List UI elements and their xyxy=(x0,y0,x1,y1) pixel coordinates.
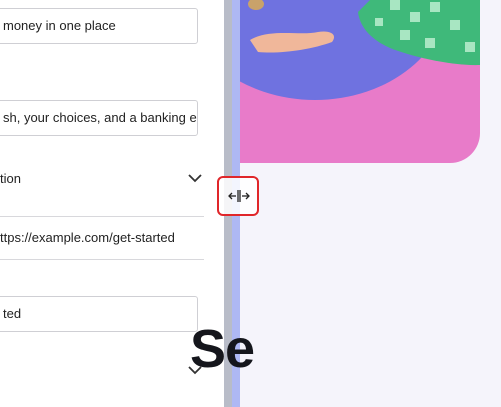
title-field[interactable]: money in one place xyxy=(0,8,198,44)
hero-illustration xyxy=(248,0,480,66)
resize-horizontal-icon[interactable] xyxy=(228,188,250,204)
cta-field[interactable]: ted xyxy=(0,296,198,332)
resize-handle[interactable] xyxy=(217,176,259,216)
section-select-label: tion xyxy=(0,171,21,186)
cta-field-value: ted xyxy=(3,306,22,321)
preview-pane xyxy=(240,0,501,407)
section-select[interactable]: tion xyxy=(0,166,210,192)
second-select[interactable] xyxy=(0,358,210,384)
preview-heading: Se xyxy=(190,319,255,379)
title-field-value: money in one place xyxy=(3,18,116,33)
description-field[interactable]: sh, your choices, and a banking e xyxy=(0,100,198,136)
url-field-value: ttps://example.com/get-started xyxy=(0,230,175,245)
url-field[interactable]: ttps://example.com/get-started xyxy=(0,216,204,260)
description-field-value: sh, your choices, and a banking e xyxy=(3,110,197,125)
hero-image xyxy=(240,0,480,163)
chevron-down-icon[interactable] xyxy=(188,174,202,183)
